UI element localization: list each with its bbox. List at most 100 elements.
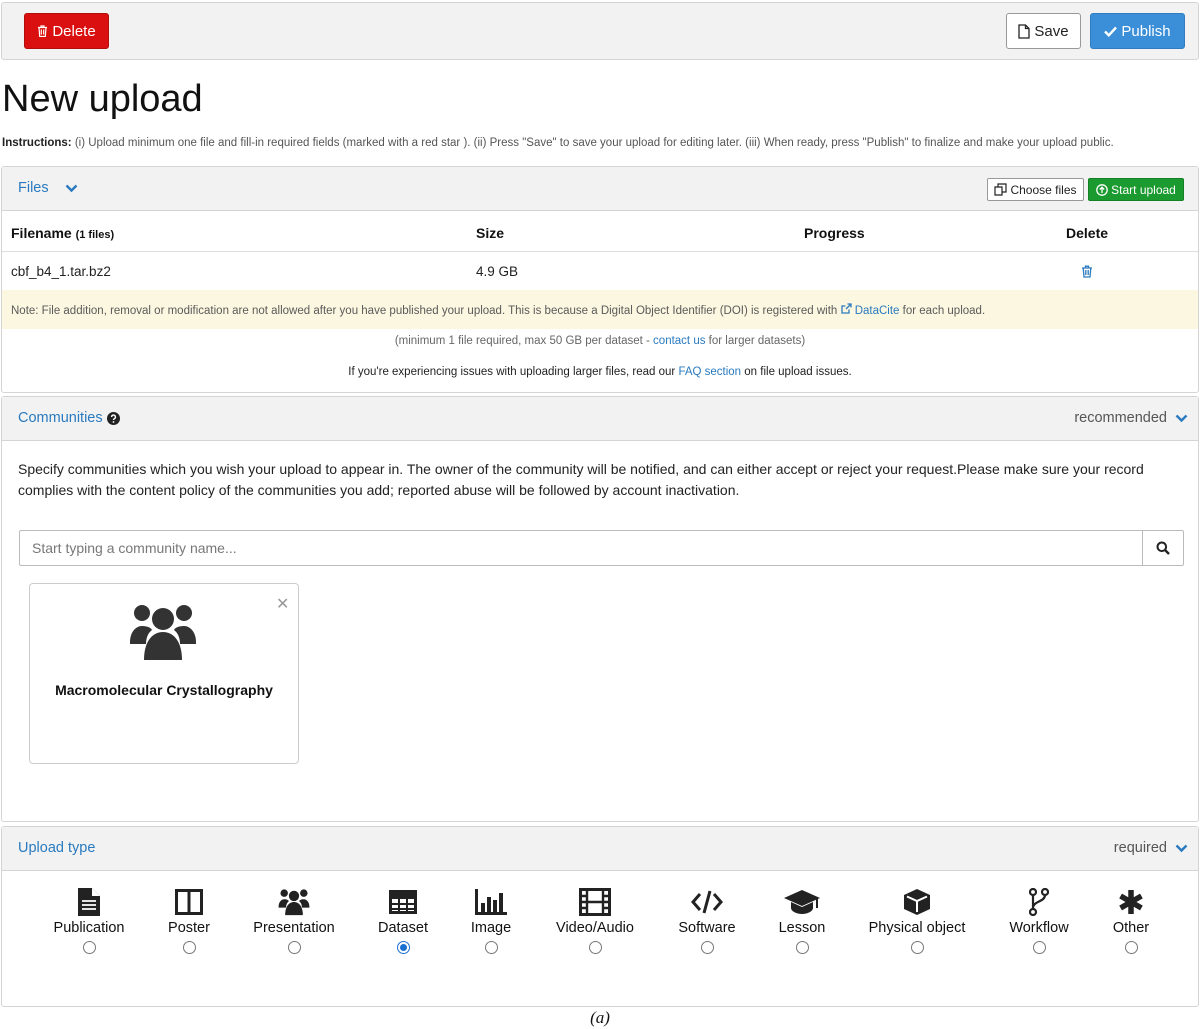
upload-type-label: Video/Audio xyxy=(556,920,634,936)
bar-chart-icon xyxy=(475,889,507,915)
communities-panel-header[interactable]: Communities recommended xyxy=(2,397,1198,441)
datacite-link[interactable]: DataCite xyxy=(855,305,900,317)
start-upload-button[interactable]: Start upload xyxy=(1088,178,1184,201)
table-divider xyxy=(2,251,1198,252)
group-icon xyxy=(130,605,196,660)
choose-files-label: Choose files xyxy=(1010,182,1077,197)
upload-type-radio[interactable] xyxy=(484,941,498,954)
community-search-input[interactable]: Start typing a community name... xyxy=(19,530,1143,566)
upload-type-image[interactable]: Image xyxy=(431,887,551,954)
page-title: New upload xyxy=(2,78,203,120)
check-icon xyxy=(1104,26,1118,37)
publish-button[interactable]: Publish xyxy=(1090,13,1185,49)
community-search-button[interactable] xyxy=(1142,530,1184,566)
start-upload-label: Start upload xyxy=(1111,182,1176,197)
faq-link[interactable]: FAQ section xyxy=(678,366,741,378)
delete-button[interactable]: Delete xyxy=(24,13,109,49)
figure-caption: (a) xyxy=(590,1008,610,1027)
upload-type-poster[interactable]: Poster xyxy=(129,887,249,954)
upload-type-panel-header[interactable]: Upload type required xyxy=(2,827,1198,871)
upload-type-status[interactable]: required xyxy=(1114,840,1188,856)
instructions-text: (i) Upload minimum one file and fill-in … xyxy=(74,137,1114,149)
save-button-label: Save xyxy=(1034,22,1069,40)
file-count: (1 files) xyxy=(75,229,115,241)
asterisk-icon xyxy=(1119,890,1143,914)
group-icon xyxy=(278,889,310,916)
upload-type-label: Other xyxy=(1112,920,1150,936)
trash-icon xyxy=(1082,265,1092,278)
remove-community-button[interactable]: ✕ xyxy=(276,594,289,614)
upload-type-radio[interactable] xyxy=(700,941,714,954)
note-text-after: for each upload. xyxy=(902,305,986,317)
upload-type-radio[interactable] xyxy=(1124,941,1138,954)
columns-icon xyxy=(175,889,203,915)
publish-button-label: Publish xyxy=(1121,22,1171,40)
file-icon xyxy=(1018,23,1031,39)
note-text-before: Note: File addition, removal or modifica… xyxy=(11,305,838,317)
chevron-down-icon xyxy=(1175,844,1188,852)
col-filename-label: Filename xyxy=(11,225,72,241)
code-icon xyxy=(691,890,723,914)
upload-type-video-audio[interactable]: Video/Audio xyxy=(535,887,655,954)
file-size-cell: 4.9 GB xyxy=(476,264,519,279)
copy-icon xyxy=(994,183,1008,196)
upload-type-lesson[interactable]: Lesson xyxy=(742,887,862,954)
file-limit-text: (minimum 1 file required, max 50 GB per … xyxy=(2,335,1198,347)
upload-type-radio[interactable] xyxy=(588,941,602,954)
upload-type-radio[interactable] xyxy=(396,941,410,954)
search-icon xyxy=(1156,541,1170,555)
film-icon xyxy=(579,888,611,916)
upload-type-radio[interactable] xyxy=(910,941,924,954)
upload-type-label: Presentation xyxy=(253,920,335,936)
communities-status[interactable]: recommended xyxy=(1074,410,1188,426)
action-toolbar: Delete Save Publish xyxy=(1,2,1199,60)
files-title-label: Files xyxy=(18,180,49,196)
graduation-cap-icon xyxy=(784,890,820,914)
save-button[interactable]: Save xyxy=(1006,13,1081,49)
files-panel-header[interactable]: Files Choose files Start upload xyxy=(2,167,1198,211)
external-link-icon xyxy=(840,303,852,314)
file-name-cell: cbf_b4_1.tar.bz2 xyxy=(11,264,111,279)
upload-type-radio[interactable] xyxy=(795,941,809,954)
files-panel: Files Choose files Start upload Filename… xyxy=(1,166,1199,393)
delete-button-label: Delete xyxy=(52,22,96,40)
contact-us-link[interactable]: contact us xyxy=(653,335,705,347)
faq-text-before: If you're experiencing issues with uploa… xyxy=(348,366,676,378)
upload-type-label: Image xyxy=(470,920,512,936)
choose-files-button[interactable]: Choose files xyxy=(987,178,1084,201)
communities-panel: Communities recommended Specify communit… xyxy=(1,396,1199,822)
col-progress-header: Progress xyxy=(804,225,865,241)
chevron-down-icon xyxy=(1175,414,1188,422)
files-panel-title[interactable]: Files xyxy=(18,180,78,196)
upload-type-physical-object[interactable]: Physical object xyxy=(857,887,977,954)
code-fork-icon xyxy=(1029,888,1049,916)
communities-description: Specify communities which you wish your … xyxy=(18,461,1144,498)
upload-type-radio[interactable] xyxy=(1032,941,1046,954)
upload-type-radio[interactable] xyxy=(82,941,96,954)
community-card: ✕ Macromolecular Crystallography xyxy=(29,583,299,764)
upload-type-other[interactable]: Other xyxy=(1071,887,1191,954)
question-circle-icon[interactable] xyxy=(106,411,120,425)
upload-type-radio[interactable] xyxy=(182,941,196,954)
doi-note: Note: File addition, removal or modifica… xyxy=(2,290,1198,329)
communities-status-label: recommended xyxy=(1074,410,1167,426)
upload-type-presentation[interactable]: Presentation xyxy=(234,887,354,954)
trash-icon xyxy=(38,25,48,37)
instructions: Instructions: (i) Upload minimum one fil… xyxy=(2,137,1114,149)
limit-text-before: (minimum 1 file required, max 50 GB per … xyxy=(394,335,650,347)
instructions-label: Instructions: xyxy=(2,137,72,149)
communities-title-label: Communities xyxy=(18,410,103,426)
upload-type-title[interactable]: Upload type xyxy=(18,840,95,856)
col-size-header: Size xyxy=(476,225,505,241)
upload-type-label: Poster xyxy=(168,920,210,936)
cube-icon xyxy=(904,889,930,915)
upload-type-radio[interactable] xyxy=(287,941,301,954)
communities-panel-title[interactable]: Communities xyxy=(18,410,120,426)
file-delete-button[interactable] xyxy=(1081,265,1093,281)
upload-type-status-label: required xyxy=(1113,840,1167,856)
limit-text-after: for larger datasets) xyxy=(708,335,806,347)
col-delete-header: Delete xyxy=(1066,225,1109,241)
upload-type-panel: Upload type required Publication Poster … xyxy=(1,826,1199,1007)
file-text-icon xyxy=(78,888,100,916)
upload-type-label: Lesson xyxy=(778,920,826,936)
